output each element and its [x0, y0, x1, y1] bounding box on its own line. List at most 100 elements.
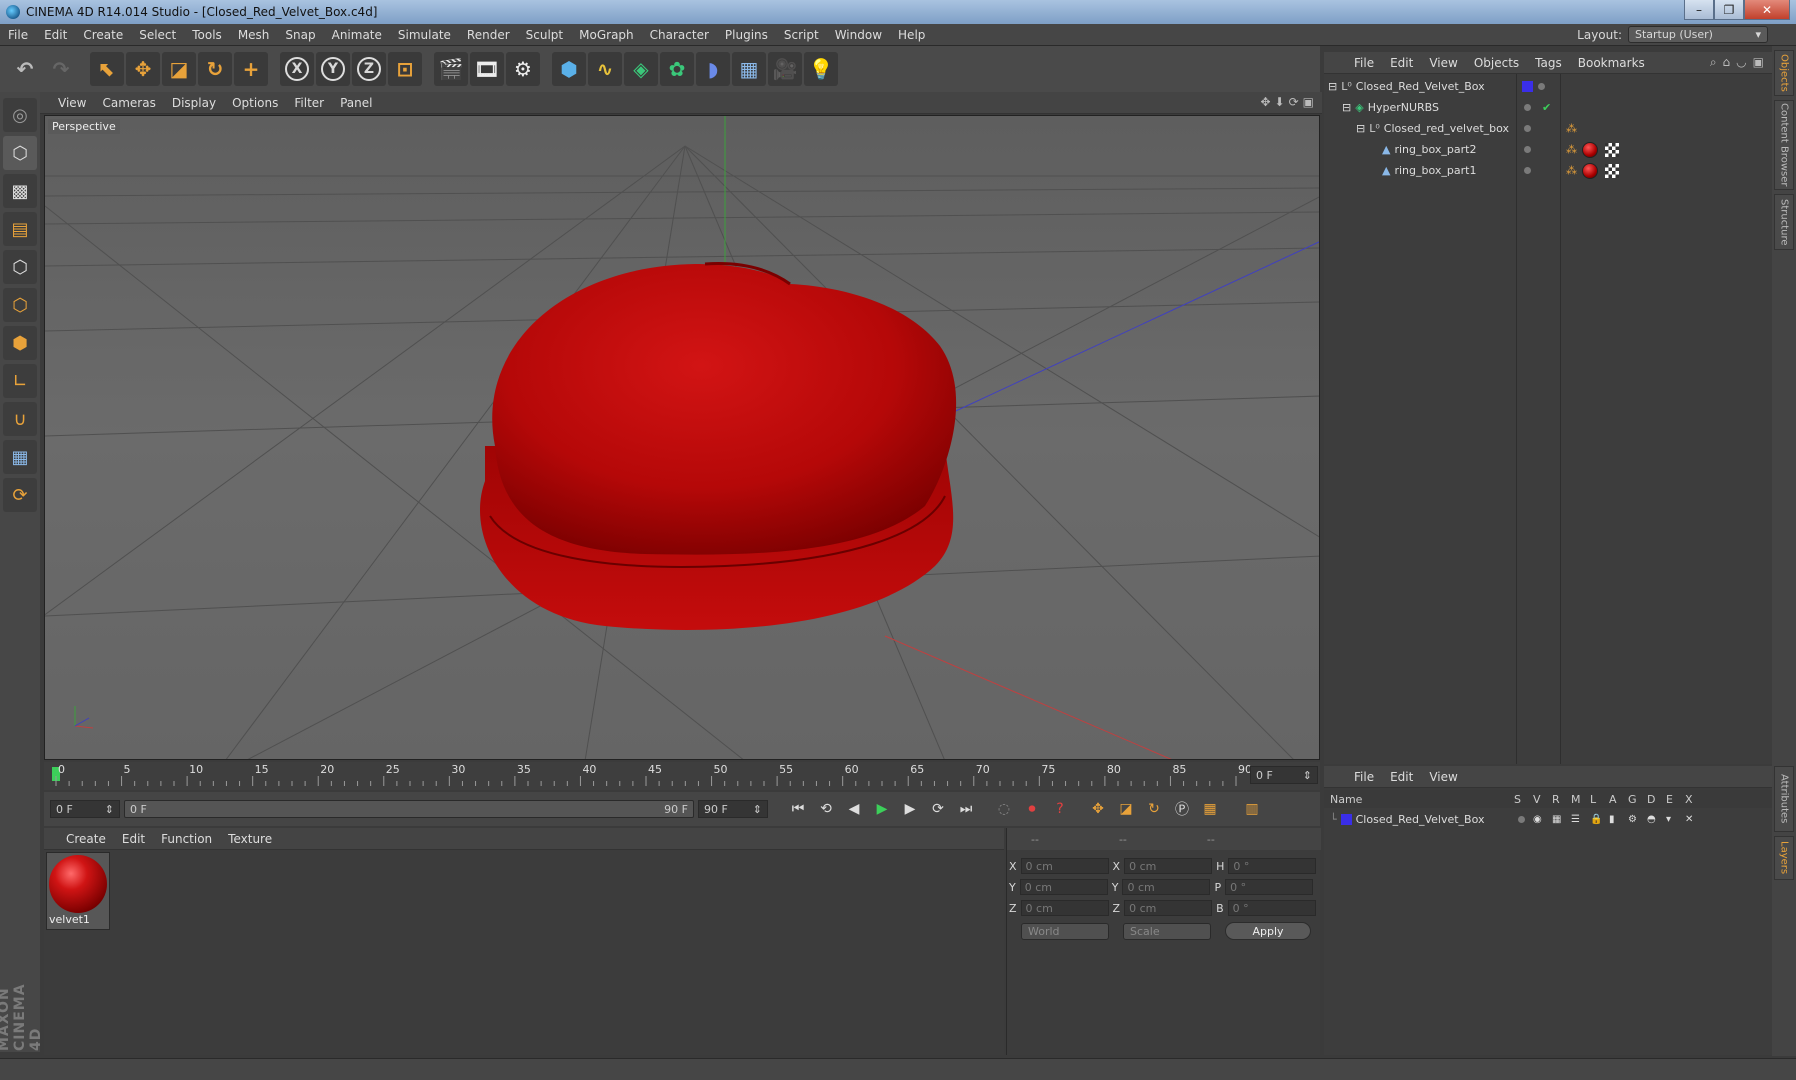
apply-button[interactable]: Apply [1225, 922, 1311, 940]
layers-menu-file[interactable]: File [1346, 770, 1382, 784]
layer-xref-icon[interactable]: ✕ [1685, 814, 1693, 825]
objects-menu-objects[interactable]: Objects [1466, 56, 1527, 70]
texture-mode-icon[interactable]: ▩ [3, 174, 37, 208]
material-menu-texture[interactable]: Texture [220, 832, 280, 846]
tab-content-browser[interactable]: Content Browser [1774, 100, 1794, 190]
render-view-icon[interactable]: 🎬 [434, 52, 468, 86]
close-button[interactable]: ✕ [1744, 0, 1790, 20]
layer-expression-icon[interactable]: ▾ [1666, 814, 1671, 825]
menu-script[interactable]: Script [776, 28, 827, 42]
layer-color-swatch[interactable] [1522, 81, 1533, 92]
phong-tag-icon[interactable]: ⁂ [1566, 143, 1577, 156]
record-keys-icon[interactable]: ⏺ [1020, 797, 1044, 821]
play-icon[interactable]: ▶ [870, 797, 894, 821]
pos-z-field[interactable]: 0 cm [1020, 900, 1109, 916]
rot-h-field[interactable]: 0 ° [1228, 858, 1317, 874]
edges-mode-icon[interactable]: ⬡ [3, 288, 37, 322]
material-tag-icon[interactable] [1582, 141, 1598, 158]
step-forward-icon[interactable]: ▶ [898, 797, 922, 821]
collapse-icon[interactable]: ◡ [1736, 55, 1746, 70]
menu-mograph[interactable]: MoGraph [571, 28, 642, 42]
timeline-ruler[interactable]: 0 5 10 15 20 25 30 35 40 45 50 55 60 65 70 75 80 85 90 0 F… [44, 762, 1320, 790]
layer-render-icon[interactable]: ▦ [1552, 814, 1561, 825]
menu-edit[interactable]: Edit [36, 28, 75, 42]
add-icon[interactable]: + [234, 52, 268, 86]
home-icon[interactable]: ⌂ [1723, 55, 1731, 70]
red-velvet-heart-box[interactable] [480, 262, 957, 630]
material-tag-icon[interactable] [1582, 162, 1598, 179]
pos-x-field[interactable]: 0 cm [1020, 858, 1109, 874]
layer-solo-icon[interactable] [1518, 815, 1525, 823]
layers-menu-view[interactable]: View [1421, 770, 1465, 784]
polygons-mode-icon[interactable]: ⬢ [3, 326, 37, 360]
start-frame-field[interactable]: 0 F ⇕ [50, 800, 120, 818]
viewport-menu-panel[interactable]: Panel [332, 96, 380, 110]
layer-view-icon[interactable]: ◉ [1533, 814, 1542, 825]
scale-icon[interactable]: ◪ [162, 52, 196, 86]
layer-lock-icon[interactable]: 🔒 [1590, 814, 1602, 825]
zoom-view-icon[interactable]: ⬇ [1275, 95, 1285, 109]
pos-y-field[interactable]: 0 cm [1019, 879, 1108, 895]
menu-file[interactable]: File [0, 28, 36, 42]
material-menu-create[interactable]: Create [58, 832, 114, 846]
key-point-level-icon[interactable]: ▦ [1198, 797, 1222, 821]
visibility-dot[interactable] [1524, 104, 1531, 111]
end-frame-field[interactable]: 90 F ⇕ [698, 800, 768, 818]
minimize-button[interactable]: – [1684, 0, 1714, 20]
spline-icon[interactable]: ∿ [588, 52, 622, 86]
timeline-window-icon[interactable]: ▥ [1240, 797, 1264, 821]
tab-layers[interactable]: Layers [1774, 836, 1794, 880]
viewport-menu-options[interactable]: Options [224, 96, 286, 110]
material-velvet1[interactable]: velvet1 [46, 852, 110, 930]
rotate-icon[interactable]: ↻ [198, 52, 232, 86]
phong-tag-icon[interactable]: ⁂ [1566, 122, 1577, 135]
collapse-toggle-icon[interactable]: ⊟ [1342, 101, 1351, 114]
menu-sculpt[interactable]: Sculpt [518, 28, 571, 42]
collapse-toggle-icon[interactable]: ⊟ [1328, 80, 1337, 93]
frame-range-slider[interactable]: 0 F 90 F [124, 800, 694, 818]
layer-row[interactable]: └ Closed_Red_Velvet_Box ◉ ▦ ☰ 🔒 ▮ ⚙ ◓ ▾ ✕ [1324, 810, 1772, 828]
viewport-menu-filter[interactable]: Filter [286, 96, 332, 110]
points-mode-icon[interactable]: ⬡ [3, 250, 37, 284]
material-menu-edit[interactable]: Edit [114, 832, 153, 846]
objects-menu-edit[interactable]: Edit [1382, 56, 1421, 70]
object-row-ring-box-part1[interactable]: ▲ ring_box_part1 ⁂ [1324, 160, 1772, 181]
menu-render[interactable]: Render [459, 28, 518, 42]
objects-menu-tags[interactable]: Tags [1527, 56, 1570, 70]
menu-help[interactable]: Help [890, 28, 933, 42]
cube-icon[interactable]: ⬢ [552, 52, 586, 86]
menu-simulate[interactable]: Simulate [390, 28, 459, 42]
menu-window[interactable]: Window [827, 28, 890, 42]
redo-icon[interactable]: ↷ [44, 52, 78, 86]
uvw-tag-icon[interactable] [1605, 163, 1619, 178]
search-icon[interactable]: ⌕ [1710, 55, 1717, 70]
undo-icon[interactable]: ↶ [8, 52, 42, 86]
x-axis-icon[interactable]: X [280, 52, 314, 86]
next-key-icon[interactable]: ⟳ [926, 797, 950, 821]
current-frame-field[interactable]: 0 F ⇕ [1250, 766, 1318, 784]
material-menu-function[interactable]: Function [153, 832, 220, 846]
visibility-dot[interactable] [1524, 167, 1531, 174]
goto-start-icon[interactable]: ⏮ [786, 797, 810, 821]
uvw-tag-icon[interactable] [1605, 142, 1619, 157]
key-scale-icon[interactable]: ◪ [1114, 797, 1138, 821]
autokey-icon[interactable]: ? [1048, 797, 1072, 821]
layer-color-swatch[interactable] [1340, 813, 1352, 825]
layer-generator-icon[interactable]: ⚙ [1628, 814, 1637, 825]
size-y-field[interactable]: 0 cm [1122, 879, 1211, 895]
size-x-field[interactable]: 0 cm [1124, 858, 1213, 874]
visibility-dot[interactable] [1524, 125, 1531, 132]
object-row-hypernurbs[interactable]: ⊟ ◈ HyperNURBS ✔ [1324, 97, 1772, 118]
menu-tools[interactable]: Tools [184, 28, 230, 42]
axis-mode-icon[interactable]: ∟ [3, 364, 37, 398]
previous-key-icon[interactable]: ⟲ [814, 797, 838, 821]
array-icon[interactable]: ✿ [660, 52, 694, 86]
perspective-viewport[interactable]: Perspective [44, 115, 1320, 760]
coordinate-mode-dropdown[interactable]: World [1021, 922, 1109, 940]
magnet-icon[interactable]: ∪ [3, 402, 37, 436]
tab-objects[interactable]: Objects [1774, 50, 1794, 96]
snap-settings-icon[interactable]: ⟳ [3, 478, 37, 512]
menu-select[interactable]: Select [131, 28, 184, 42]
deformer-icon[interactable]: ◗ [696, 52, 730, 86]
key-rotation-icon[interactable]: ↻ [1142, 797, 1166, 821]
